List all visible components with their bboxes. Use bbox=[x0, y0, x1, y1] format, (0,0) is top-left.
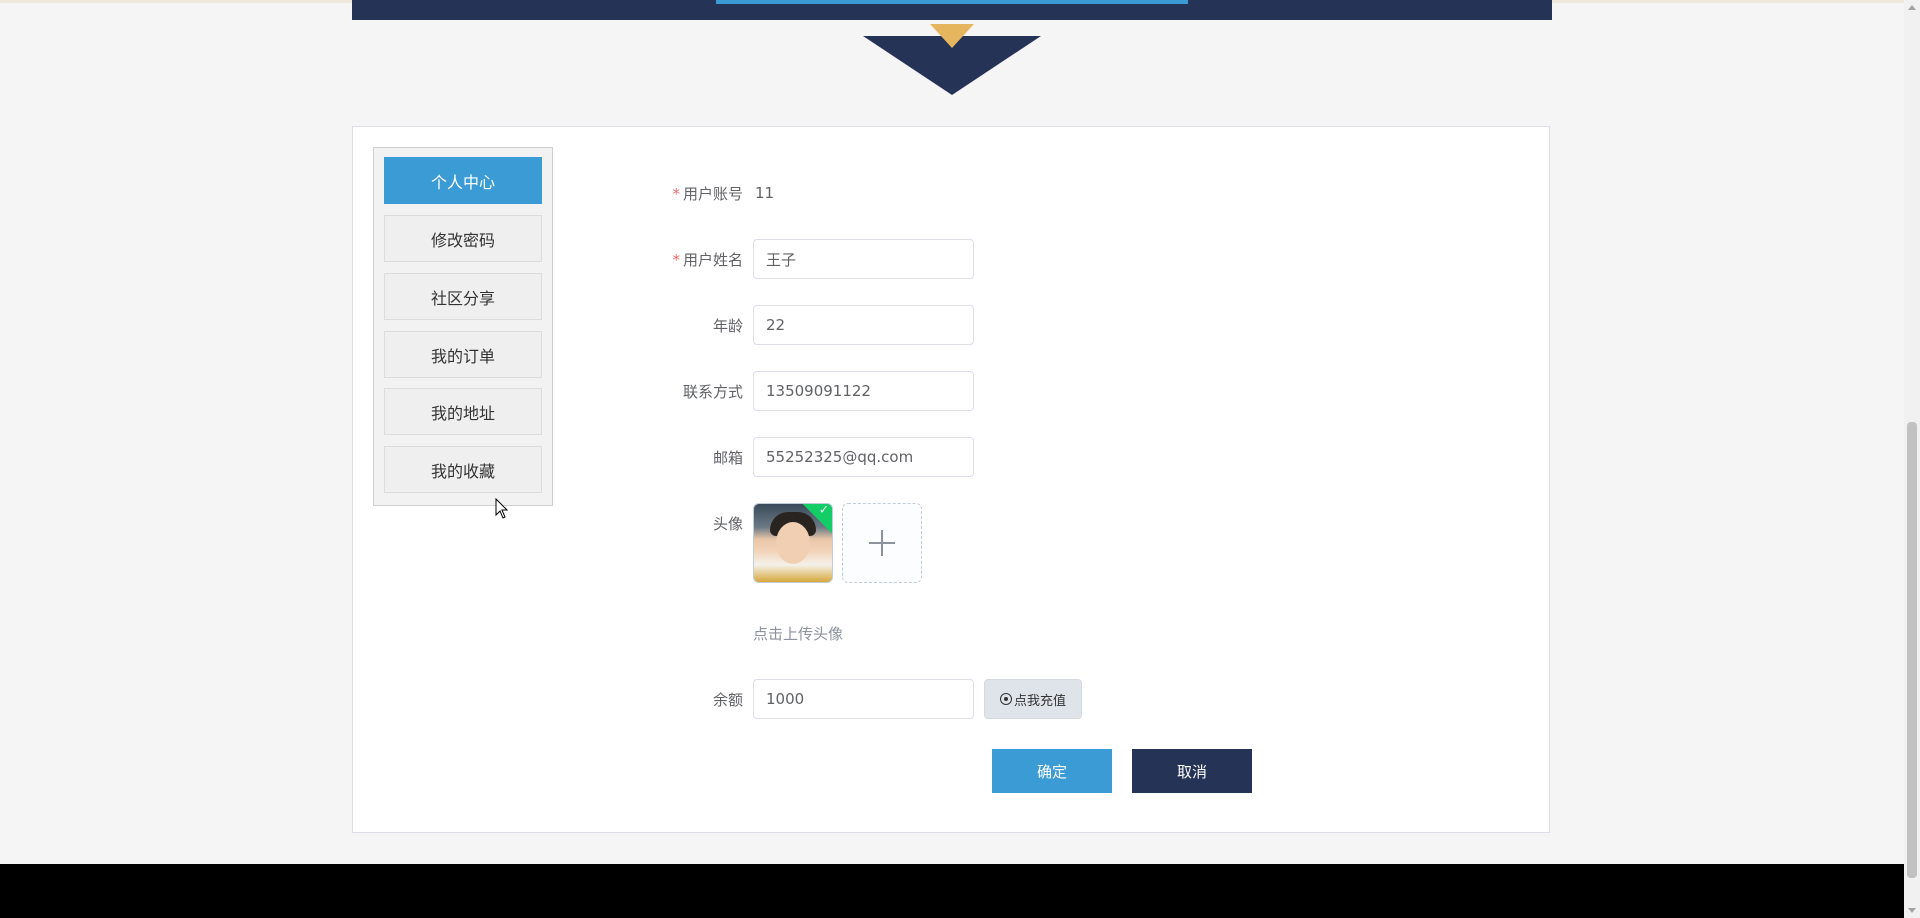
phone-input[interactable] bbox=[753, 371, 974, 411]
radio-dot-icon bbox=[1000, 693, 1012, 705]
email-input[interactable] bbox=[753, 437, 974, 477]
balance-input[interactable] bbox=[753, 679, 974, 719]
header-highlight bbox=[716, 0, 1188, 4]
phone-row: 联系方式 bbox=[640, 371, 974, 411]
balance-label: 余额 bbox=[712, 690, 743, 709]
name-label-text: 用户姓名 bbox=[682, 250, 743, 269]
avatar-image[interactable]: ✓ bbox=[753, 503, 833, 583]
recharge-button[interactable]: 点我充值 bbox=[984, 679, 1083, 719]
age-input[interactable] bbox=[753, 305, 974, 345]
email-row: 邮箱 bbox=[640, 437, 974, 477]
age-row: 年龄 bbox=[640, 305, 974, 345]
banner-arrow-accent bbox=[930, 24, 974, 48]
required-mark: * bbox=[672, 250, 680, 269]
account-label-text: 用户账号 bbox=[682, 184, 743, 203]
scroll-down-icon[interactable] bbox=[1908, 908, 1916, 913]
account-label: * 用户账号 bbox=[640, 183, 753, 204]
scroll-up-icon[interactable] bbox=[1908, 5, 1916, 10]
account-row: * 用户账号 11 bbox=[640, 173, 774, 213]
recharge-label: 点我充值 bbox=[1014, 693, 1067, 709]
email-label: 邮箱 bbox=[712, 448, 743, 467]
account-value: 11 bbox=[755, 184, 775, 202]
menu-item-community-share[interactable]: 社区分享 bbox=[384, 273, 542, 320]
page-footer bbox=[0, 864, 1904, 918]
menu-item-my-favorites[interactable]: 我的收藏 bbox=[384, 446, 542, 493]
vertical-scrollbar[interactable] bbox=[1904, 0, 1920, 918]
menu-item-my-address[interactable]: 我的地址 bbox=[384, 388, 542, 435]
name-row: * 用户姓名 bbox=[640, 239, 974, 279]
menu-item-change-password[interactable]: 修改密码 bbox=[384, 215, 542, 262]
cancel-button[interactable]: 取消 bbox=[1132, 749, 1252, 793]
name-input[interactable] bbox=[753, 239, 974, 279]
confirm-button[interactable]: 确定 bbox=[992, 749, 1112, 793]
name-label: * 用户姓名 bbox=[640, 249, 753, 270]
menu-item-my-orders[interactable]: 我的订单 bbox=[384, 331, 542, 378]
mouse-cursor-icon bbox=[495, 498, 509, 519]
avatar-uploader: ✓ bbox=[640, 503, 922, 583]
avatar-face bbox=[776, 522, 810, 564]
check-icon: ✓ bbox=[818, 503, 829, 517]
upload-avatar-button[interactable] bbox=[842, 503, 922, 583]
header-bar bbox=[352, 0, 1552, 20]
balance-row: 余额 点我充值 bbox=[640, 679, 1083, 719]
menu-item-personal-center[interactable]: 个人中心 bbox=[384, 157, 542, 204]
phone-label: 联系方式 bbox=[682, 382, 743, 401]
required-mark: * bbox=[672, 184, 680, 203]
age-label: 年龄 bbox=[712, 316, 743, 335]
upload-hint: 点击上传头像 bbox=[753, 625, 844, 643]
plus-icon bbox=[869, 530, 895, 556]
scrollbar-thumb[interactable] bbox=[1907, 422, 1917, 878]
user-sidebar-menu: 个人中心 修改密码 社区分享 我的订单 我的地址 我的收藏 bbox=[373, 147, 553, 506]
